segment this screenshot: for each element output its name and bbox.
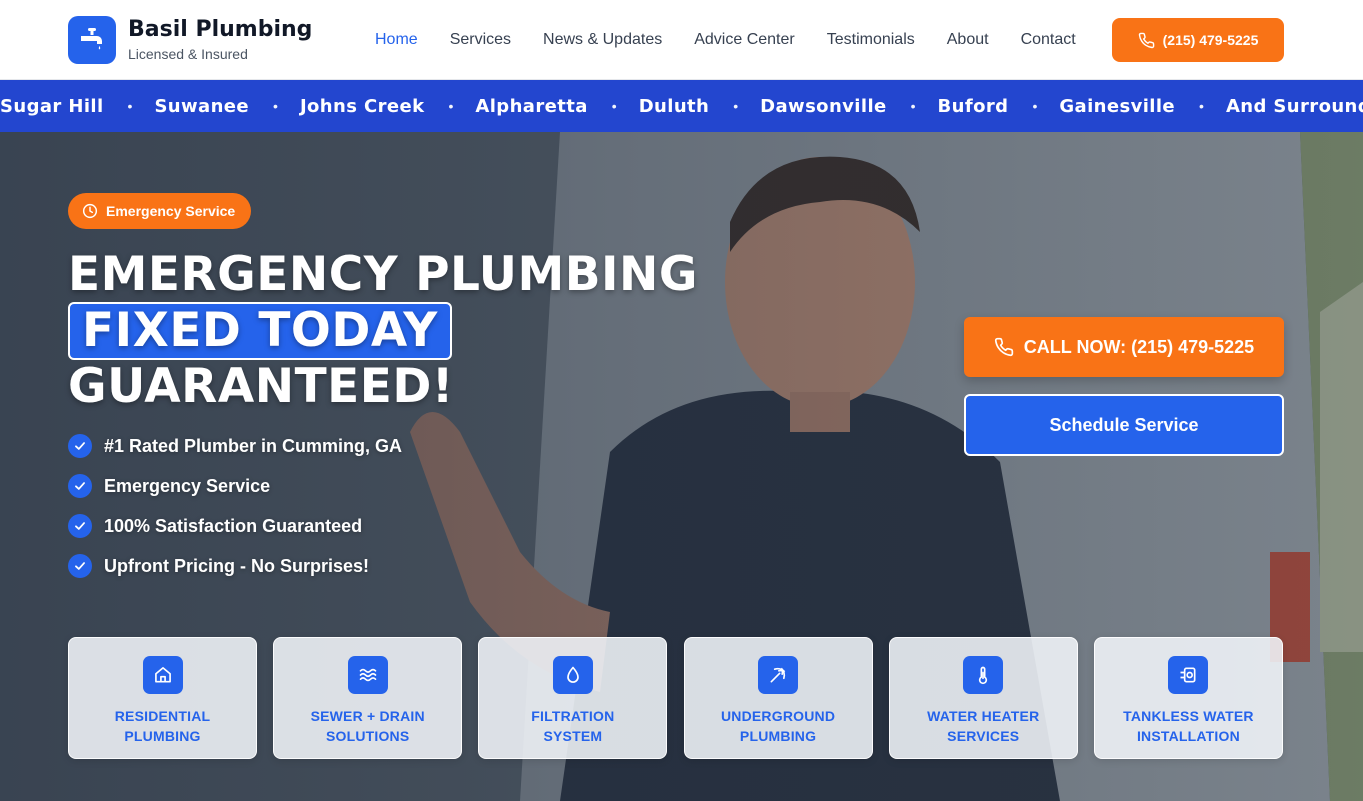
headline-line-1: EMERGENCY PLUMBING [68, 247, 698, 302]
service-label-line2: Installation [1136, 728, 1240, 744]
benefit-item: Emergency Service [68, 474, 402, 498]
schedule-service-label: Schedule Service [1049, 414, 1199, 435]
service-card-residential-plumbing[interactable]: Residential Plumbing [68, 637, 257, 759]
ticker-area: Alpharetta [475, 95, 588, 117]
nav-item-services[interactable]: Services [450, 30, 511, 50]
main-nav: Home Services News & Updates Advice Cent… [375, 0, 1076, 80]
emergency-service-badge: Emergency Service [68, 193, 252, 229]
headline-highlight: FIXED TODAY [68, 302, 452, 360]
service-label-line2: Solutions [325, 728, 410, 744]
house-icon [142, 656, 183, 694]
benefit-text: #1 Rated Plumber in Cumming, GA [104, 435, 403, 456]
brand-name: Basil Plumbing [128, 17, 313, 42]
check-icon [68, 514, 92, 538]
benefits-list: #1 Rated Plumber in Cumming, GA Emergenc… [68, 434, 402, 594]
nav-item-home[interactable]: Home [375, 30, 418, 50]
boiler-icon [1168, 656, 1209, 694]
call-now-button[interactable]: CALL NOW: (215) 479-5225 [964, 317, 1284, 377]
site-header: Basil Plumbing Licensed & Insured Home S… [0, 0, 1363, 80]
nav-item-testimonials[interactable]: Testimonials [827, 30, 915, 50]
badge-label: Emergency Service [106, 203, 236, 219]
schedule-service-button[interactable]: Schedule Service [964, 394, 1284, 456]
brand-tagline: Licensed & Insured [128, 46, 248, 62]
service-label-line2: Services [947, 728, 1020, 744]
ticker-area: Gainesville [1059, 95, 1176, 117]
service-area-ticker: Sugar Hill • Suwanee • Johns Creek • Alp… [0, 80, 1363, 132]
benefit-item: #1 Rated Plumber in Cumming, GA [68, 434, 402, 458]
service-card-sewer-drain[interactable]: Sewer + Drain Solutions [273, 637, 463, 759]
service-label-line1: Underground [720, 708, 836, 724]
nav-item-advice-center[interactable]: Advice Center [694, 30, 795, 50]
logo-link[interactable]: Basil Plumbing Licensed & Insured [68, 16, 312, 64]
ticker-separator: • [611, 98, 617, 114]
ticker-area: Johns Creek [299, 95, 425, 117]
ticker-separator: • [127, 98, 133, 114]
ticker-area: Dawsonville [760, 95, 887, 117]
service-label-line2: Plumbing [739, 728, 817, 744]
service-label-line1: Filtration [531, 708, 615, 724]
header-phone-button[interactable]: (215) 479-5225 [1112, 18, 1284, 62]
benefit-item: 100% Satisfaction Guaranteed [68, 514, 402, 538]
service-label-line1: Water Heater [927, 708, 1040, 724]
service-label-line1: Residential [114, 708, 211, 724]
headline-line-3: GUARANTEED! [68, 359, 454, 414]
service-label-line1: Sewer + Drain [310, 708, 425, 724]
service-card-underground-plumbing[interactable]: Underground Plumbing [683, 637, 873, 759]
service-card-tankless-water[interactable]: Tankless Water Installation [1093, 637, 1283, 759]
service-card-filtration-system[interactable]: Filtration System [478, 637, 668, 759]
benefit-text: 100% Satisfaction Guaranteed [104, 515, 363, 536]
waves-icon [347, 656, 388, 694]
ticker-separator: • [448, 98, 454, 114]
check-icon [68, 474, 92, 498]
droplet-icon [552, 656, 593, 694]
ticker-track: Sugar Hill • Suwanee • Johns Creek • Alp… [0, 96, 1363, 117]
services-strip: Residential Plumbing Sewer + Drain Solut… [68, 637, 1283, 759]
clock-icon [82, 203, 98, 219]
header-phone-label: (215) 479-5225 [1162, 32, 1259, 48]
phone-icon [1138, 32, 1154, 48]
service-label-line1: Tankless Water [1123, 708, 1254, 724]
ticker-separator: • [1199, 98, 1204, 114]
nav-item-news-updates[interactable]: News & Updates [543, 30, 662, 50]
benefit-item: Upfront Pricing - No Surprises! [68, 554, 402, 578]
phone-icon [994, 337, 1013, 357]
ticker-area: And Surrounding Areas [1225, 95, 1363, 117]
nav-item-about[interactable]: About [947, 30, 989, 50]
ticker-area: Suwanee [154, 95, 250, 117]
nav-item-contact[interactable]: Contact [1021, 30, 1076, 50]
ticker-separator: • [273, 98, 278, 114]
hero-section: Emergency Service EMERGENCY PLUMBING FIX… [0, 132, 1363, 801]
benefit-text: Upfront Pricing - No Surprises! [104, 555, 370, 576]
ticker-separator: • [910, 98, 916, 114]
faucet-icon [68, 16, 116, 64]
check-icon [68, 554, 92, 578]
call-now-label: CALL NOW: (215) 479-5225 [1023, 336, 1255, 357]
check-icon [68, 434, 92, 458]
benefit-text: Emergency Service [104, 475, 271, 496]
ticker-separator: • [733, 98, 739, 114]
ticker-separator: • [1032, 98, 1038, 114]
service-label-line2: Plumbing [124, 728, 201, 744]
service-card-water-heater[interactable]: Water Heater Services [888, 637, 1078, 759]
pickaxe-icon [758, 656, 799, 694]
service-label-line2: System [543, 728, 603, 744]
thermometer-icon [963, 656, 1004, 694]
ticker-area: Sugar Hill [0, 95, 104, 117]
hero-headline: EMERGENCY PLUMBING FIXED TODAY GUARANTEE… [68, 248, 698, 414]
ticker-area: Duluth [638, 95, 710, 117]
ticker-area: Buford [937, 95, 1009, 117]
